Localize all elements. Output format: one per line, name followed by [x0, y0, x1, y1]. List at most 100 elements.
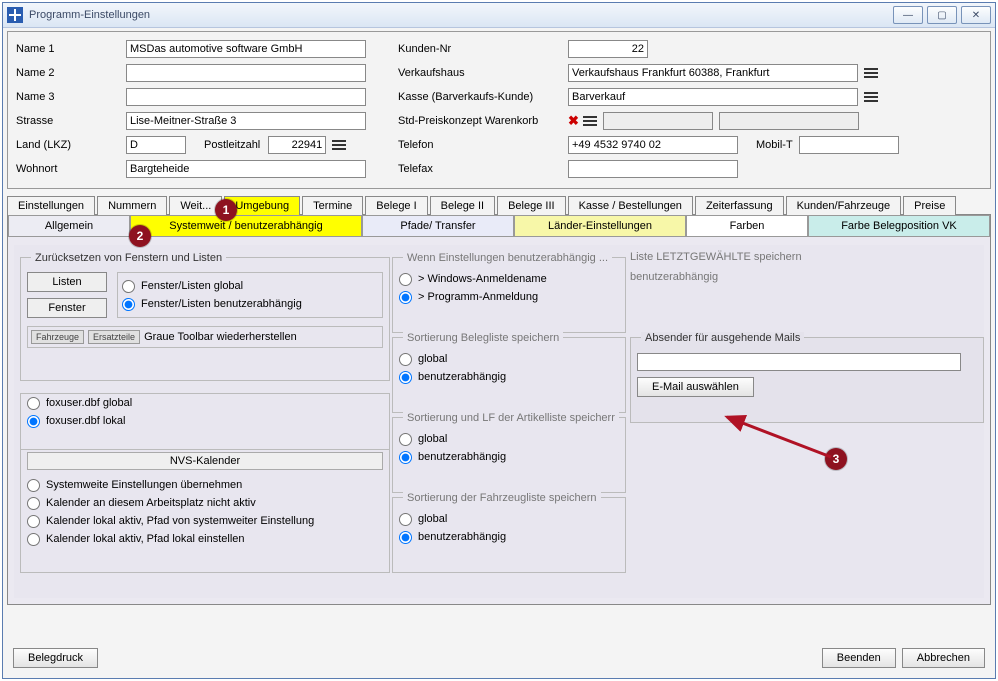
radio-s3-global[interactable]: global [399, 510, 619, 528]
main-tab-1[interactable]: Nummern [97, 196, 167, 215]
input-name3[interactable] [126, 88, 366, 106]
input-plz[interactable] [268, 136, 326, 154]
input-name2[interactable] [126, 64, 366, 82]
main-tab-9[interactable]: Zeiterfassung [695, 196, 784, 215]
main-tab-6[interactable]: Belege II [430, 196, 495, 215]
sub-tab-2[interactable]: Pfade/ Transfer [362, 215, 514, 236]
pk-field-1 [603, 112, 713, 130]
sub-tab-4[interactable]: Farben [686, 215, 808, 236]
label-land: Land (LKZ) [16, 139, 126, 151]
input-mobil[interactable] [799, 136, 899, 154]
input-kasse[interactable] [568, 88, 858, 106]
group-sort-fahrzeug: Sortierung der Fahrzeugliste speichern g… [392, 497, 626, 573]
main-tabs: EinstellungenNummernWeit...UmgebungTermi… [7, 195, 991, 215]
btn-beenden[interactable]: Beenden [822, 648, 896, 668]
window: Programm-Einstellungen — ▢ ✕ Name 1 Name… [2, 2, 996, 679]
input-street[interactable] [126, 112, 366, 130]
sub-tabs: AllgemeinSystemweit / benutzerabhängigPf… [8, 215, 990, 237]
sub-tab-5[interactable]: Farbe Belegposition VK [808, 215, 990, 236]
main-tab-11[interactable]: Preise [903, 196, 956, 215]
label-verkaufshaus: Verkaufshaus [398, 67, 568, 79]
radio-nvs-3[interactable]: Kalender lokal aktiv, Pfad von systemwei… [27, 512, 383, 530]
lookup-icon[interactable] [864, 91, 878, 103]
group-sort-beleg-title: Sortierung Belegliste speichern [403, 332, 563, 344]
lookup-icon[interactable] [583, 115, 597, 127]
sub-tab-3[interactable]: Länder-Einstellungen [514, 215, 686, 236]
pk-field-2 [719, 112, 859, 130]
input-telefax[interactable] [568, 160, 738, 178]
radio-einst-prog[interactable]: > Programm-Anmeldung [399, 288, 619, 306]
tab-content: AllgemeinSystemweit / benutzerabhängigPf… [7, 215, 991, 605]
label-ort: Wohnort [16, 163, 126, 175]
group-nvs: NVS-Kalender Systemweite Einstellungen ü… [20, 449, 390, 573]
group-reset-title: Zurücksetzen von Fenstern und Listen [31, 252, 226, 264]
app-icon [7, 7, 23, 23]
minimize-button[interactable]: — [893, 6, 923, 24]
sub-tab-0[interactable]: Allgemein [8, 215, 130, 236]
main-tab-8[interactable]: Kasse / Bestellungen [568, 196, 693, 215]
input-name1[interactable] [126, 40, 366, 58]
graue-toolbar-label: Graue Toolbar wiederherstellen [144, 331, 297, 343]
radio-nvs-1[interactable]: Systemweite Einstellungen übernehmen [27, 476, 383, 494]
radio-einst-win[interactable]: > Windows-Anmeldename [399, 270, 619, 288]
btn-belegdruck[interactable]: Belegdruck [13, 648, 98, 668]
label-name2: Name 2 [16, 67, 126, 79]
mini-fahrzeuge[interactable]: Fahrzeuge [31, 330, 84, 344]
main-tab-4[interactable]: Termine [302, 196, 363, 215]
label-street: Strasse [16, 115, 126, 127]
label-mobil: Mobil-T [756, 139, 793, 151]
radio-fox-lokal[interactable]: foxuser.dbf lokal [27, 412, 383, 430]
lookup-icon[interactable] [332, 139, 346, 151]
main-tab-10[interactable]: Kunden/Fahrzeuge [786, 196, 902, 215]
label-telefon: Telefon [398, 139, 568, 151]
radio-s3-user[interactable]: benutzerabhängig [399, 528, 619, 546]
radio-fl-global[interactable]: Fenster/Listen global [122, 277, 378, 295]
nvs-title: NVS-Kalender [27, 452, 383, 470]
radio-s2-user[interactable]: benutzerabhängig [399, 448, 619, 466]
group-sort-artikel-title: Sortierung und LF der Artikelliste speic… [403, 412, 619, 424]
liste-letztgewaehlte: Liste LETZTGEWÄHLTE speichern benutzerab… [630, 251, 970, 283]
radio-fox-global[interactable]: foxuser.dbf global [27, 394, 383, 412]
lookup-icon[interactable] [864, 67, 878, 79]
header-form: Name 1 Name 2 Name 3 Strasse Land (LKZ) … [7, 31, 991, 189]
main-tab-7[interactable]: Belege III [497, 196, 565, 215]
label-kasse: Kasse (Barverkaufs-Kunde) [398, 91, 568, 103]
group-mail-title: Absender für ausgehende Mails [641, 332, 804, 344]
btn-listen[interactable]: Listen [27, 272, 107, 292]
window-title: Programm-Einstellungen [29, 9, 150, 21]
main-tab-0[interactable]: Einstellungen [7, 196, 95, 215]
input-verkaufshaus[interactable] [568, 64, 858, 82]
btn-fenster[interactable]: Fenster [27, 298, 107, 318]
radio-fl-user[interactable]: Fenster/Listen benutzerabhängig [122, 295, 378, 313]
radio-s2-global[interactable]: global [399, 430, 619, 448]
radio-s1-user[interactable]: benutzerabhängig [399, 368, 619, 386]
label-name3: Name 3 [16, 91, 126, 103]
input-ort[interactable] [126, 160, 366, 178]
annotation-1: 1 [215, 199, 237, 221]
annotation-arrow [721, 411, 841, 474]
label-plz: Postleitzahl [204, 139, 260, 151]
group-sort-beleg: Sortierung Belegliste speichern global b… [392, 337, 626, 413]
label-telefax: Telefax [398, 163, 568, 175]
radio-s1-global[interactable]: global [399, 350, 619, 368]
maximize-button[interactable]: ▢ [927, 6, 957, 24]
input-kundennr[interactable] [568, 40, 648, 58]
label-preiskonzept: Std-Preiskonzept Warenkorb [398, 115, 568, 127]
mini-ersatzteile[interactable]: Ersatzteile [88, 330, 140, 344]
group-sort-artikel: Sortierung und LF der Artikelliste speic… [392, 417, 626, 493]
main-tab-5[interactable]: Belege I [365, 196, 427, 215]
group-einst-user: Wenn Einstellungen benutzerabhängig ... … [392, 257, 626, 333]
group-sort-fahrzeug-title: Sortierung der Fahrzeugliste speichern [403, 492, 601, 504]
input-land[interactable] [126, 136, 186, 154]
input-telefon[interactable] [568, 136, 738, 154]
close-button[interactable]: ✕ [961, 6, 991, 24]
btn-abbrechen[interactable]: Abbrechen [902, 648, 985, 668]
btn-email-select[interactable]: E-Mail auswählen [637, 377, 754, 397]
group-reset: Zurücksetzen von Fenstern und Listen Lis… [20, 257, 390, 381]
sub-tab-1[interactable]: Systemweit / benutzerabhängig [130, 215, 362, 236]
input-mail-sender[interactable] [637, 353, 961, 371]
clear-icon[interactable]: ✖ [568, 113, 579, 129]
radio-nvs-2[interactable]: Kalender an diesem Arbeitsplatz nicht ak… [27, 494, 383, 512]
label-name1: Name 1 [16, 43, 126, 55]
radio-nvs-4[interactable]: Kalender lokal aktiv, Pfad lokal einstel… [27, 530, 383, 548]
